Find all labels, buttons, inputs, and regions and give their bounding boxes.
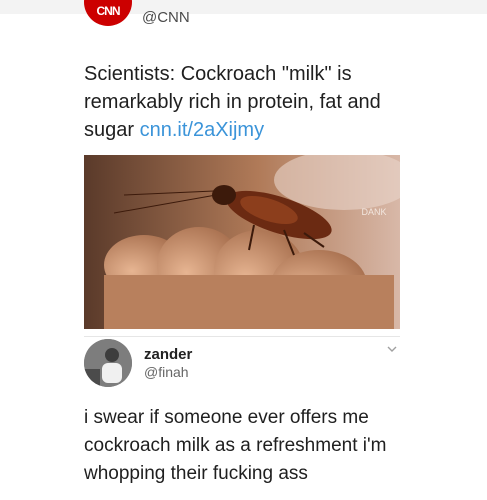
avatar-image <box>84 339 132 387</box>
reply-text: i swear if someone ever offers me cockro… <box>84 407 387 484</box>
post-text: Scientists: Cockroach "milk" is remarkab… <box>84 60 404 144</box>
cockroach-photo: DANK <box>84 155 400 329</box>
cnn-logo[interactable]: CNN <box>84 0 132 26</box>
post-link[interactable]: cnn.it/2aXijmy <box>140 119 265 141</box>
cnn-handle[interactable]: @CNN <box>142 9 190 26</box>
chevron-down-icon[interactable] <box>385 342 399 356</box>
post-photo[interactable]: DANK <box>84 155 400 329</box>
cnn-logo-text: CNN <box>96 4 121 18</box>
avatar[interactable] <box>84 339 132 387</box>
divider <box>84 336 400 337</box>
watermark: DANK <box>361 207 386 217</box>
user-display-name[interactable]: zander <box>144 346 192 363</box>
top-bar <box>0 0 487 14</box>
user-handle[interactable]: @finah <box>144 364 189 380</box>
